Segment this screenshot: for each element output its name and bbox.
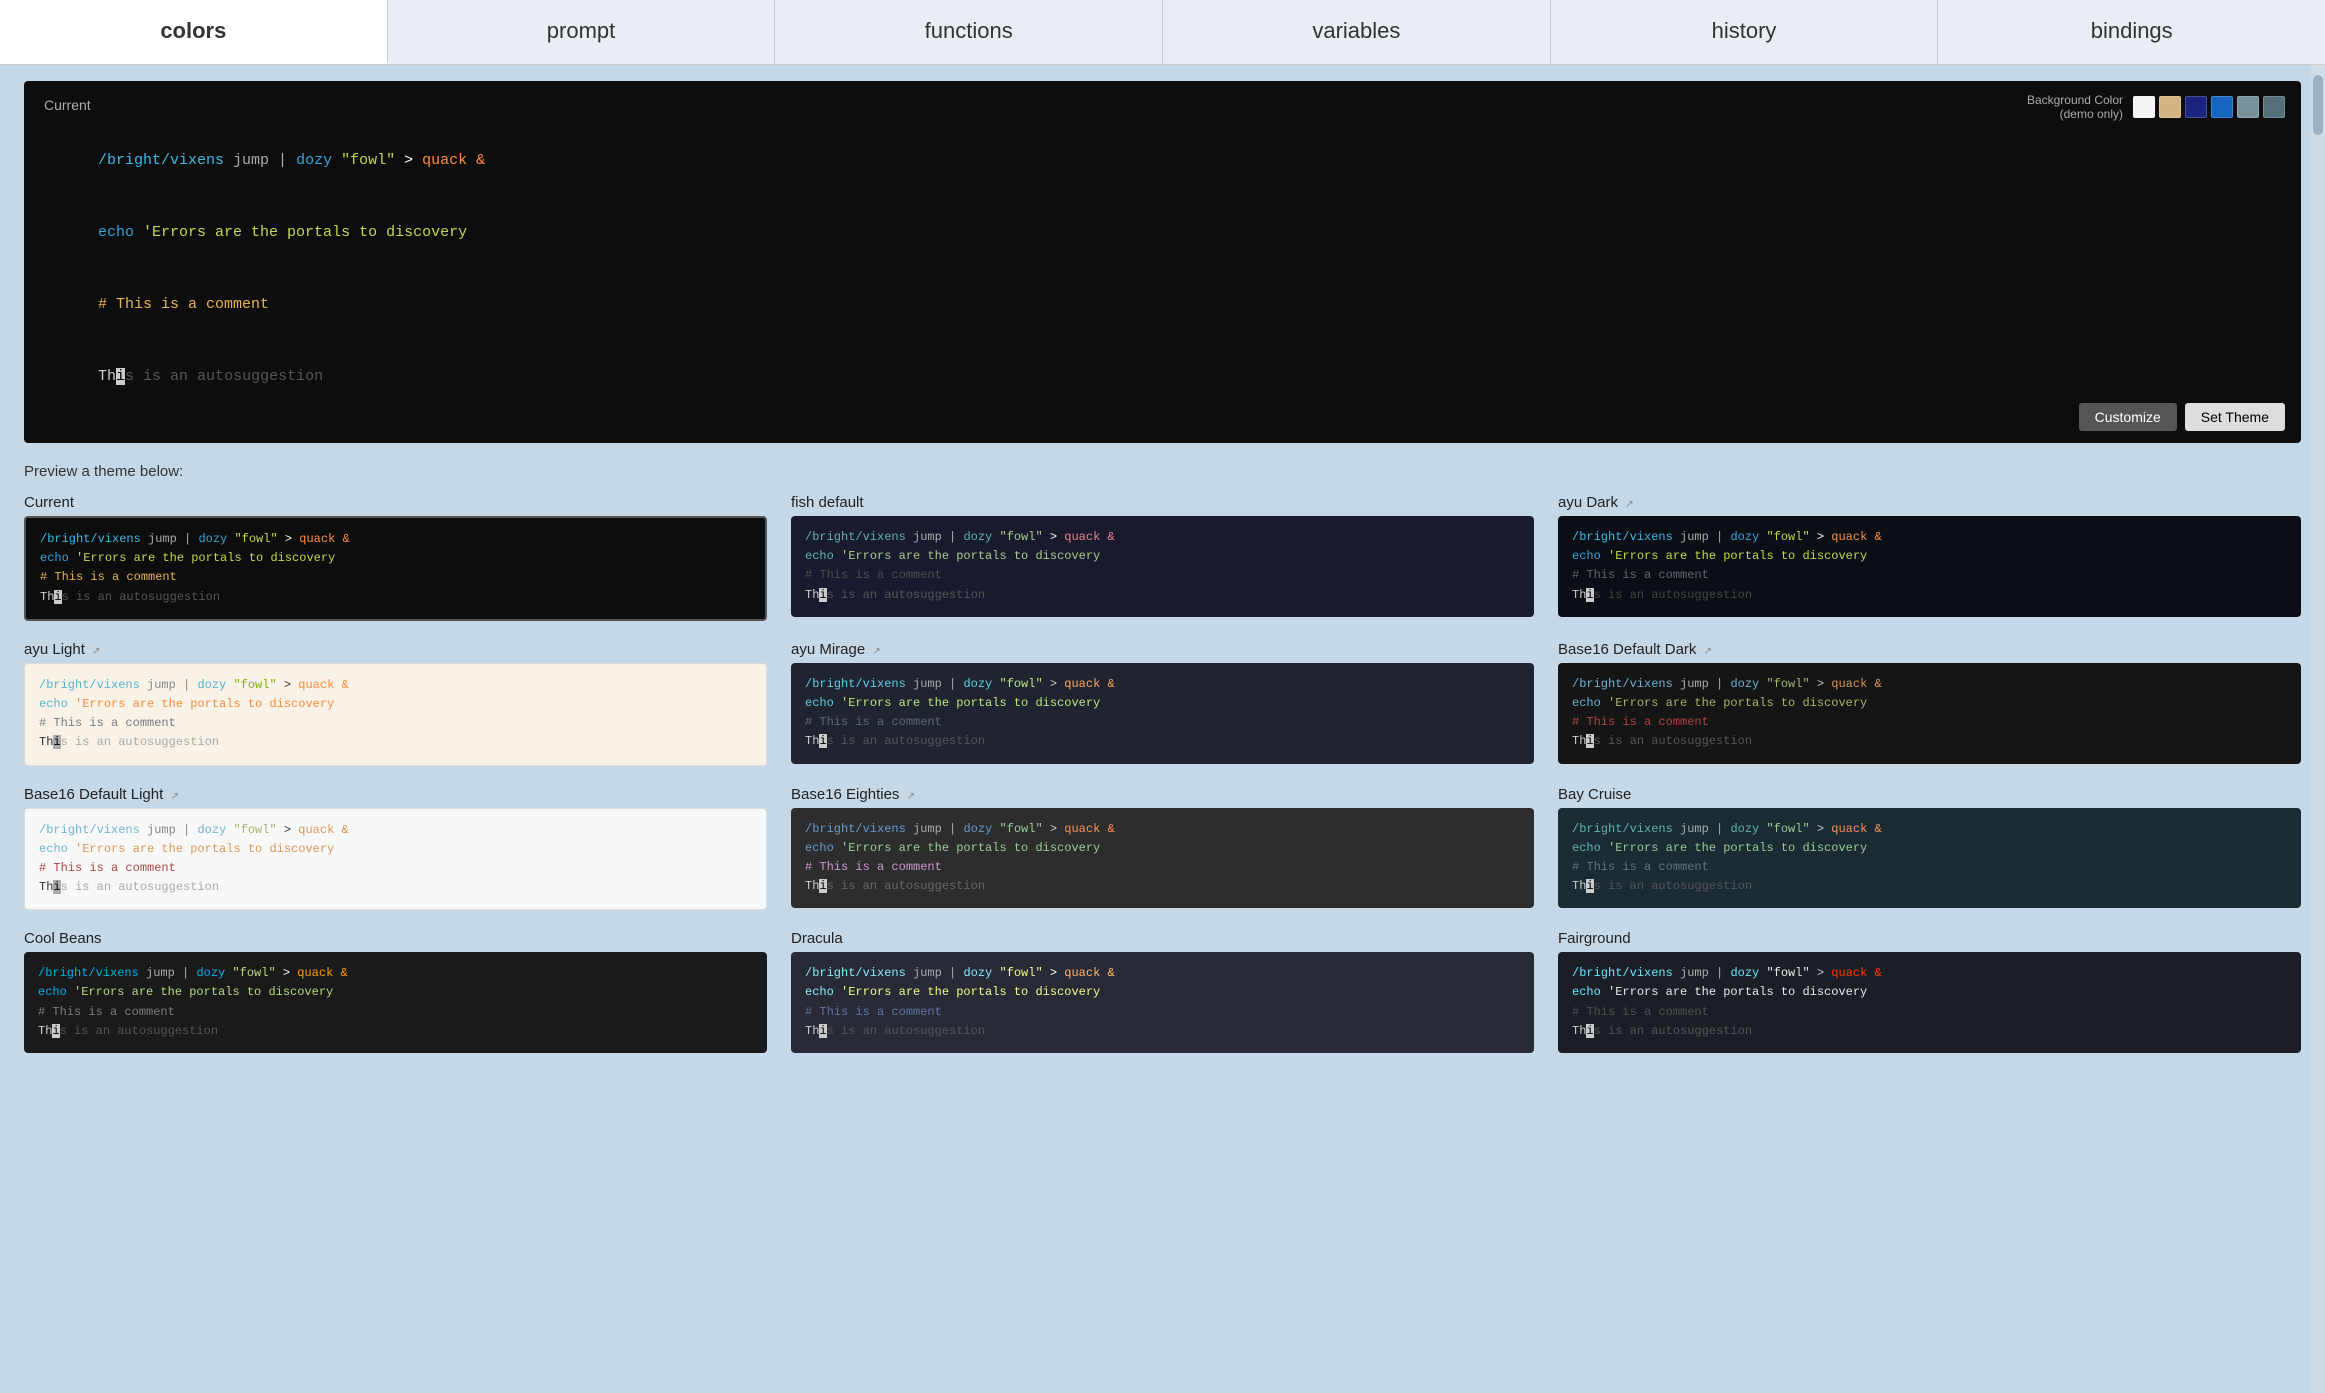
theme-item-fish-default[interactable]: fish default /bright/vixens jump | dozy …	[791, 494, 1534, 621]
code-line-2: echo 'Errors are the portals to discover…	[44, 197, 2281, 269]
theme-item-ayu-dark[interactable]: ayu Dark ↗ /bright/vixens jump | dozy "f…	[1558, 494, 2301, 621]
code-line-1: /bright/vixens jump | dozy "fowl" > quac…	[44, 125, 2281, 197]
theme-preview-ayu-mirage: /bright/vixens jump | dozy "fowl" > quac…	[791, 663, 1534, 764]
scrollbar[interactable]	[2311, 65, 2325, 1393]
theme-name-base16-eighties: Base16 Eighties ↗	[791, 786, 1534, 803]
theme-item-current[interactable]: Current /bright/vixens jump | dozy "fowl…	[24, 494, 767, 621]
theme-name-fish-default: fish default	[791, 494, 1534, 511]
code-line-4: This is an autosuggestion	[44, 341, 2281, 413]
preview-section-label: Preview a theme below:	[24, 463, 2301, 480]
theme-preview-bay-cruise: /bright/vixens jump | dozy "fowl" > quac…	[1558, 808, 2301, 909]
theme-name-ayu-light: ayu Light ↗	[24, 641, 767, 658]
swatch-white[interactable]	[2133, 96, 2155, 118]
str-token: "fowl"	[341, 152, 395, 169]
tab-prompt[interactable]: prompt	[388, 0, 776, 64]
main-content: Current Background Color(demo only) /bri…	[0, 65, 2325, 1393]
theme-item-base16-light[interactable]: Base16 Default Light ↗ /bright/vixens ju…	[24, 786, 767, 911]
code-line-3: # This is a comment	[44, 269, 2281, 341]
tab-bindings[interactable]: bindings	[1938, 0, 2325, 64]
swatch-blue[interactable]	[2211, 96, 2233, 118]
swatch-dark[interactable]	[2263, 96, 2285, 118]
theme-item-base16-eighties[interactable]: Base16 Eighties ↗ /bright/vixens jump | …	[791, 786, 1534, 911]
tab-functions[interactable]: functions	[775, 0, 1163, 64]
cmd-token: dozy	[296, 152, 332, 169]
bg-swatches-area: Background Color(demo only)	[2027, 93, 2285, 121]
theme-preview-fairground: /bright/vixens jump | dozy "fowl" > quac…	[1558, 952, 2301, 1053]
swatch-navy[interactable]	[2185, 96, 2207, 118]
theme-preview-base16-dark: /bright/vixens jump | dozy "fowl" > quac…	[1558, 663, 2301, 764]
current-label: Current	[44, 97, 2281, 113]
nav-tabs: colors prompt functions variables histor…	[0, 0, 2325, 65]
theme-name-current: Current	[24, 494, 767, 511]
set-theme-button[interactable]: Set Theme	[2185, 403, 2285, 431]
theme-item-ayu-light[interactable]: ayu Light ↗ /bright/vixens jump | dozy "…	[24, 641, 767, 766]
theme-name-dracula: Dracula	[791, 930, 1534, 947]
theme-name-base16-light: Base16 Default Light ↗	[24, 786, 767, 803]
path-token: /bright/vixens	[98, 152, 224, 169]
theme-preview-base16-light: /bright/vixens jump | dozy "fowl" > quac…	[24, 808, 767, 911]
theme-preview-ayu-dark: /bright/vixens jump | dozy "fowl" > quac…	[1558, 516, 2301, 617]
theme-preview-cool-beans: /bright/vixens jump | dozy "fowl" > quac…	[24, 952, 767, 1053]
theme-preview-fish-default: /bright/vixens jump | dozy "fowl" > quac…	[791, 516, 1534, 617]
theme-grid: Current /bright/vixens jump | dozy "fowl…	[24, 494, 2301, 1053]
theme-preview-current: /bright/vixens jump | dozy "fowl" > quac…	[24, 516, 767, 621]
theme-name-base16-dark: Base16 Default Dark ↗	[1558, 641, 2301, 658]
current-preview-box: Current Background Color(demo only) /bri…	[24, 81, 2301, 443]
preview-actions: Customize Set Theme	[2079, 403, 2285, 431]
theme-preview-ayu-light: /bright/vixens jump | dozy "fowl" > quac…	[24, 663, 767, 766]
theme-item-ayu-mirage[interactable]: ayu Mirage ↗ /bright/vixens jump | dozy …	[791, 641, 1534, 766]
theme-preview-base16-eighties: /bright/vixens jump | dozy "fowl" > quac…	[791, 808, 1534, 909]
theme-item-fairground[interactable]: Fairground /bright/vixens jump | dozy "f…	[1558, 930, 2301, 1053]
theme-item-dracula[interactable]: Dracula /bright/vixens jump | dozy "fowl…	[791, 930, 1534, 1053]
theme-name-bay-cruise: Bay Cruise	[1558, 786, 2301, 803]
swatch-gray[interactable]	[2237, 96, 2259, 118]
kw-token: quack	[422, 152, 467, 169]
tab-variables[interactable]: variables	[1163, 0, 1551, 64]
theme-preview-dracula: /bright/vixens jump | dozy "fowl" > quac…	[791, 952, 1534, 1053]
theme-item-cool-beans[interactable]: Cool Beans /bright/vixens jump | dozy "f…	[24, 930, 767, 1053]
theme-name-cool-beans: Cool Beans	[24, 930, 767, 947]
theme-name-ayu-mirage: ayu Mirage ↗	[791, 641, 1534, 658]
customize-button[interactable]: Customize	[2079, 403, 2177, 431]
theme-item-bay-cruise[interactable]: Bay Cruise /bright/vixens jump | dozy "f…	[1558, 786, 2301, 911]
cursor: i	[116, 368, 125, 385]
bg-swatch-label: Background Color(demo only)	[2027, 93, 2123, 121]
theme-item-base16-dark[interactable]: Base16 Default Dark ↗ /bright/vixens jum…	[1558, 641, 2301, 766]
scrollbar-thumb[interactable]	[2313, 75, 2323, 135]
theme-name-fairground: Fairground	[1558, 930, 2301, 947]
swatch-tan[interactable]	[2159, 96, 2181, 118]
theme-name-ayu-dark: ayu Dark ↗	[1558, 494, 2301, 511]
tab-history[interactable]: history	[1551, 0, 1939, 64]
tab-colors[interactable]: colors	[0, 0, 388, 64]
